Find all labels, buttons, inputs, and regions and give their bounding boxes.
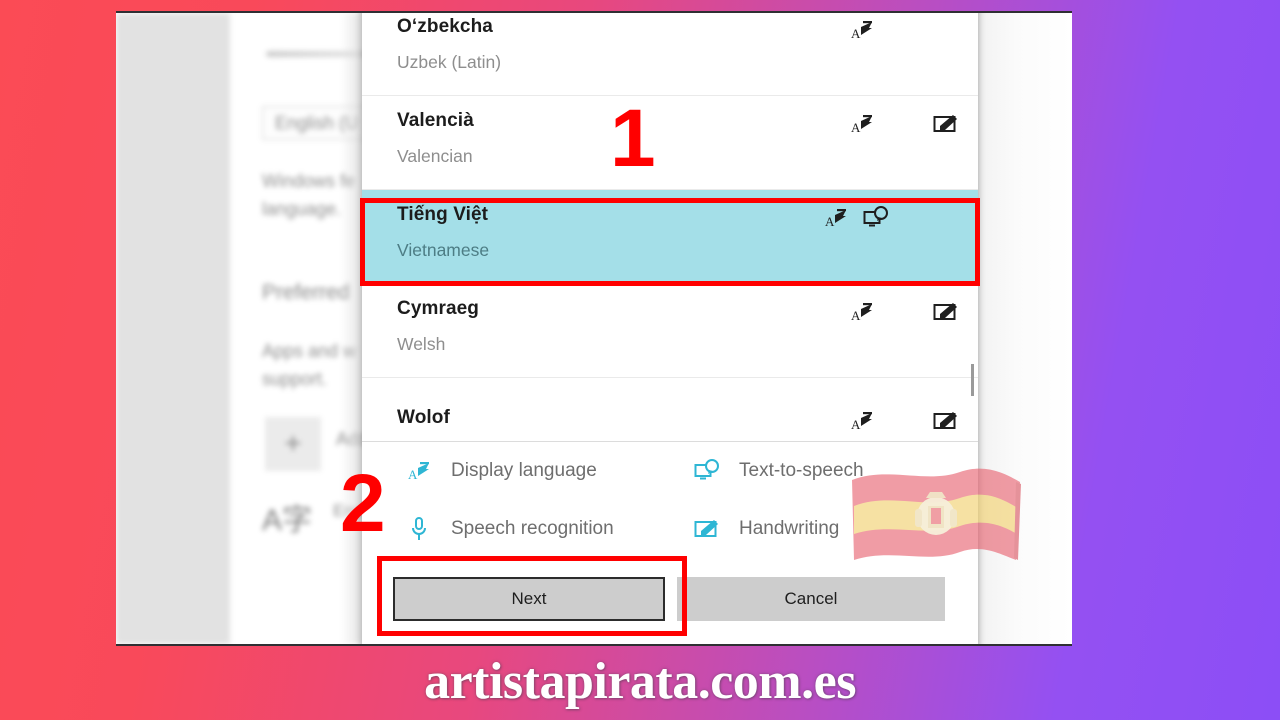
- legend-label: Text-to-speech: [739, 460, 864, 481]
- annotation-step-2: 2: [340, 458, 386, 549]
- vertical-scrollbar[interactable]: [971, 364, 974, 396]
- svg-text:A: A: [851, 26, 861, 41]
- svg-text:A: A: [851, 308, 861, 323]
- capability-legend: A Display language Text-to-speech Speech…: [362, 442, 978, 557]
- handwriting-icon: [932, 407, 960, 435]
- text-to-speech-icon: [694, 458, 720, 484]
- language-character-icon: A字: [262, 504, 313, 537]
- legend-item-display-language: A Display language: [406, 442, 694, 500]
- settings-left-rail: [116, 13, 230, 644]
- svg-text:A: A: [851, 417, 861, 432]
- icon-slot-empty: [932, 16, 960, 44]
- language-list-item[interactable]: Oʻzbekcha Uzbek (Latin) A: [362, 13, 978, 96]
- legend-label: Display language: [451, 460, 597, 481]
- svg-text:A: A: [825, 214, 835, 229]
- windows-features-text-line2: language.: [262, 199, 342, 219]
- next-button[interactable]: Next: [393, 577, 665, 621]
- language-capability-icons: A: [848, 407, 960, 435]
- legend-item-speech-recognition: Speech recognition: [406, 500, 694, 558]
- svg-text:A: A: [851, 120, 861, 135]
- apps-websites-text-line2: support.: [262, 369, 328, 389]
- screenshot-stage: ✓ English (U Windows fe language. Prefer…: [0, 0, 1280, 720]
- speech-recognition-icon: [406, 516, 432, 542]
- display-language-icon: A: [848, 110, 876, 138]
- legend-item-handwriting: Handwriting: [694, 500, 978, 558]
- language-capability-icons: A: [822, 204, 890, 232]
- display-language-icon: A: [848, 407, 876, 435]
- language-list-item[interactable]: Valencià Valencian A: [362, 96, 978, 190]
- language-capability-icons: A: [848, 298, 960, 326]
- handwriting-icon: [694, 516, 720, 542]
- display-language-icon: A: [822, 204, 850, 232]
- window-right-area: [978, 13, 1072, 644]
- legend-label: Handwriting: [739, 518, 840, 539]
- cancel-button[interactable]: Cancel: [677, 577, 945, 621]
- language-list[interactable]: Oʻzbekcha Uzbek (Latin) A Valencià Valen…: [362, 13, 978, 441]
- text-to-speech-icon: [862, 204, 890, 232]
- handwriting-icon: [932, 298, 960, 326]
- display-language-icon: A: [406, 458, 432, 484]
- language-list-item-vietnamese[interactable]: Tiếng Việt Vietnamese A: [362, 190, 978, 284]
- language-native-name: Tiếng Việt: [397, 204, 489, 225]
- panel-shadow: [341, 13, 361, 644]
- plus-icon[interactable]: +: [265, 417, 321, 471]
- language-english-name: Uzbek (Latin): [397, 52, 502, 72]
- settings-window: ✓ English (U Windows fe language. Prefer…: [116, 11, 1072, 646]
- svg-text:A: A: [408, 467, 418, 482]
- handwriting-icon: [932, 110, 960, 138]
- display-language-icon: A: [848, 298, 876, 326]
- language-capability-icons: A: [848, 16, 960, 44]
- annotation-step-1: 1: [610, 93, 656, 184]
- language-english-name: Valencian: [397, 146, 473, 166]
- site-watermark: artistapirata.com.es: [424, 653, 856, 710]
- display-language-icon: A: [848, 16, 876, 44]
- divider: [362, 377, 978, 378]
- legend-label: Speech recognition: [451, 518, 614, 539]
- language-capability-icons: A: [848, 110, 960, 138]
- legend-item-text-to-speech: Text-to-speech: [694, 442, 978, 500]
- preferred-languages-heading: Preferred: [262, 281, 350, 304]
- language-english-name: Vietnamese: [397, 240, 490, 260]
- add-language-dialog: Oʻzbekcha Uzbek (Latin) A Valencià Valen…: [362, 13, 978, 644]
- language-english-name: Welsh: [397, 334, 446, 354]
- language-list-item-partial[interactable]: Wolof A: [362, 396, 978, 441]
- language-list-item[interactable]: Cymraeg Welsh A: [362, 284, 978, 378]
- dialog-footer: Next Cancel: [362, 559, 978, 644]
